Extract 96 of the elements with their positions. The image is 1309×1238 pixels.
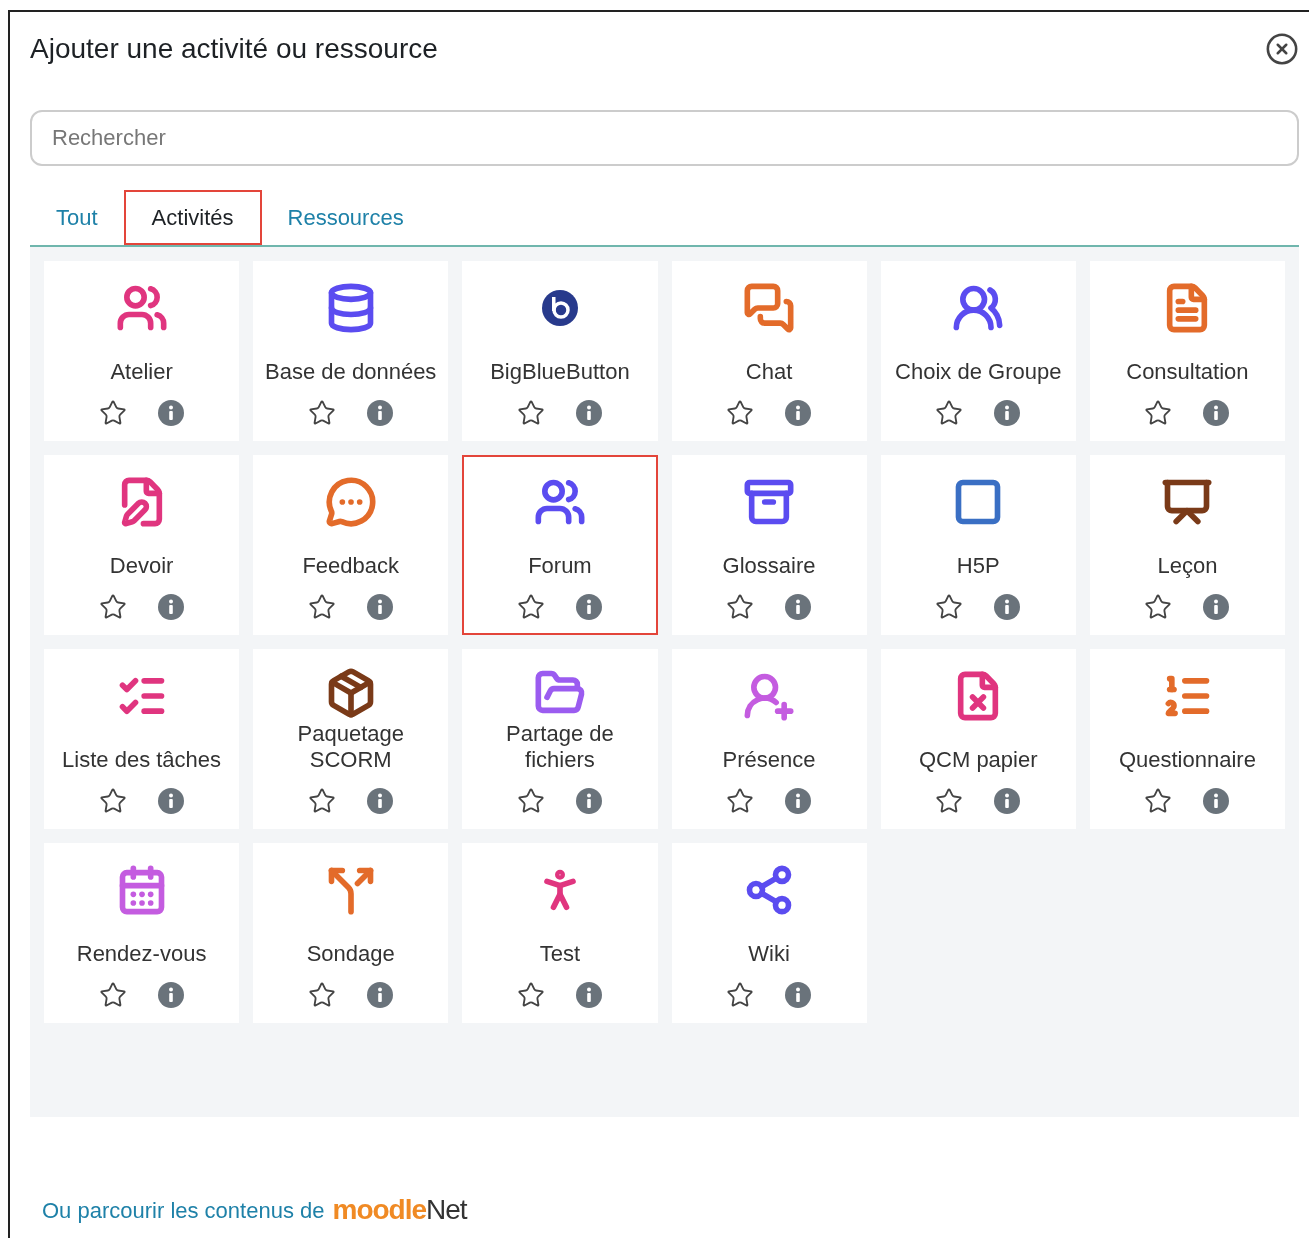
- star-icon[interactable]: [935, 593, 964, 621]
- info-icon[interactable]: [1202, 399, 1231, 427]
- activity-tile[interactable]: H5P: [880, 455, 1076, 635]
- star-icon[interactable]: [935, 787, 964, 815]
- star-icon[interactable]: [516, 787, 545, 815]
- info-icon[interactable]: [784, 787, 813, 815]
- info-icon[interactable]: [156, 981, 185, 1009]
- info-icon[interactable]: [784, 593, 813, 621]
- info-icon[interactable]: [365, 399, 394, 427]
- activity-tile[interactable]: QCM papier: [880, 649, 1076, 829]
- activity-name: Leçon: [1156, 553, 1219, 579]
- star-icon[interactable]: [1144, 399, 1173, 427]
- activity-tile[interactable]: Chat: [671, 261, 867, 441]
- star-icon[interactable]: [307, 981, 336, 1009]
- activity-tile[interactable]: Glossaire: [671, 455, 867, 635]
- star-icon[interactable]: [516, 593, 545, 621]
- activity-tile[interactable]: Partage de fichiers: [462, 649, 658, 829]
- activity-name: Glossaire: [721, 553, 817, 579]
- activity-tile[interactable]: Feedback: [253, 455, 449, 635]
- star-icon[interactable]: [307, 399, 336, 427]
- info-icon[interactable]: [1202, 787, 1231, 815]
- info-icon[interactable]: [156, 399, 185, 427]
- activity-name: Liste des tâches: [61, 747, 223, 773]
- activity-name: Feedback: [301, 553, 401, 579]
- activity-tile[interactable]: Présence: [671, 649, 867, 829]
- activity-name: Test: [538, 941, 582, 967]
- activity-name: Présence: [721, 747, 817, 773]
- moodlenet-logo[interactable]: moodleNet: [332, 1189, 467, 1231]
- info-icon[interactable]: [156, 787, 185, 815]
- info-icon[interactable]: [784, 981, 813, 1009]
- star-icon[interactable]: [1144, 593, 1173, 621]
- star-icon[interactable]: [98, 399, 127, 427]
- activity-name: H5P: [955, 553, 1001, 579]
- activity-name: Questionnaire: [1117, 747, 1257, 773]
- activity-name: Sondage: [305, 941, 396, 967]
- activity-tile[interactable]: BigBlueButton: [462, 261, 658, 441]
- activity-name: Wiki: [747, 941, 791, 967]
- activity-tile[interactable]: Questionnaire: [1089, 649, 1285, 829]
- star-icon[interactable]: [516, 399, 545, 427]
- star-icon[interactable]: [726, 787, 755, 815]
- star-icon[interactable]: [1144, 787, 1173, 815]
- info-icon[interactable]: [993, 399, 1022, 427]
- search-field[interactable]: Rechercher: [30, 110, 1299, 166]
- activity-name: Chat: [744, 359, 794, 385]
- tab[interactable]: Ressources: [261, 190, 430, 245]
- info-icon[interactable]: [365, 981, 394, 1009]
- info-icon[interactable]: [574, 593, 603, 621]
- info-icon[interactable]: [365, 787, 394, 815]
- activity-name: QCM papier: [917, 747, 1039, 773]
- info-icon[interactable]: [784, 399, 813, 427]
- activity-tile[interactable]: Atelier: [44, 261, 240, 441]
- info-icon[interactable]: [1202, 593, 1231, 621]
- activity-name: Paquetage SCORM: [296, 721, 405, 773]
- info-icon[interactable]: [156, 593, 185, 621]
- activity-name: Devoir: [108, 553, 175, 579]
- close-icon[interactable]: [1265, 32, 1299, 66]
- activity-name: Consultation: [1125, 359, 1250, 385]
- info-icon[interactable]: [574, 981, 603, 1009]
- tab[interactable]: Tout: [30, 190, 124, 245]
- info-icon[interactable]: [993, 593, 1022, 621]
- activity-tile[interactable]: Test: [462, 843, 658, 1023]
- activity-name: Atelier: [109, 359, 174, 385]
- footer-link[interactable]: Ou parcourir les contenus de: [42, 1193, 325, 1227]
- tab[interactable]: Activités: [123, 190, 262, 245]
- activity-tile[interactable]: Leçon: [1089, 455, 1285, 635]
- star-icon[interactable]: [307, 787, 336, 815]
- activity-tile[interactable]: Sondage: [253, 843, 449, 1023]
- star-icon[interactable]: [726, 399, 755, 427]
- star-icon[interactable]: [98, 593, 127, 621]
- activity-tile[interactable]: Paquetage SCORM: [253, 649, 449, 829]
- activity-tile[interactable]: Rendez-vous: [44, 843, 240, 1023]
- star-icon[interactable]: [98, 981, 127, 1009]
- star-icon[interactable]: [516, 981, 545, 1009]
- activity-tile[interactable]: Forum: [462, 455, 658, 635]
- activity-tile[interactable]: Liste des tâches: [44, 649, 240, 829]
- star-icon[interactable]: [307, 593, 336, 621]
- info-icon[interactable]: [574, 399, 603, 427]
- activity-name: BigBlueButton: [489, 359, 631, 385]
- activity-name: Choix de Groupe: [894, 359, 1063, 385]
- activity-name: Base de données: [264, 359, 438, 385]
- activity-name: Rendez-vous: [75, 941, 208, 967]
- star-icon[interactable]: [98, 787, 127, 815]
- activity-name: Forum: [527, 553, 593, 579]
- dialog-title: Ajouter une activité ou ressource: [30, 32, 438, 66]
- activity-tile[interactable]: Base de données: [253, 261, 449, 441]
- star-icon[interactable]: [726, 593, 755, 621]
- info-icon[interactable]: [574, 787, 603, 815]
- activity-tile[interactable]: Wiki: [671, 843, 867, 1023]
- info-icon[interactable]: [993, 787, 1022, 815]
- info-icon[interactable]: [365, 593, 394, 621]
- activity-tile[interactable]: Consultation: [1089, 261, 1285, 441]
- activity-tile[interactable]: Devoir: [44, 455, 240, 635]
- activity-name: Partage de fichiers: [505, 721, 615, 773]
- star-icon[interactable]: [935, 399, 964, 427]
- activity-tile[interactable]: Choix de Groupe: [880, 261, 1076, 441]
- star-icon[interactable]: [726, 981, 755, 1009]
